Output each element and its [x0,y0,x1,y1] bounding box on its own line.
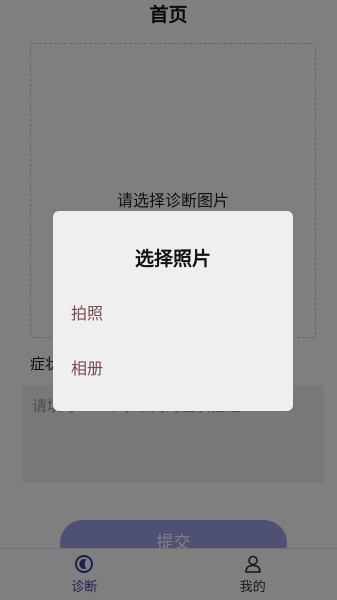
album-option[interactable]: 相册 [71,355,103,379]
take-photo-option[interactable]: 拍照 [71,300,103,324]
choose-photo-dialog: 选择照片 拍照 相册 [53,211,293,411]
dialog-title: 选择照片 [134,248,211,270]
